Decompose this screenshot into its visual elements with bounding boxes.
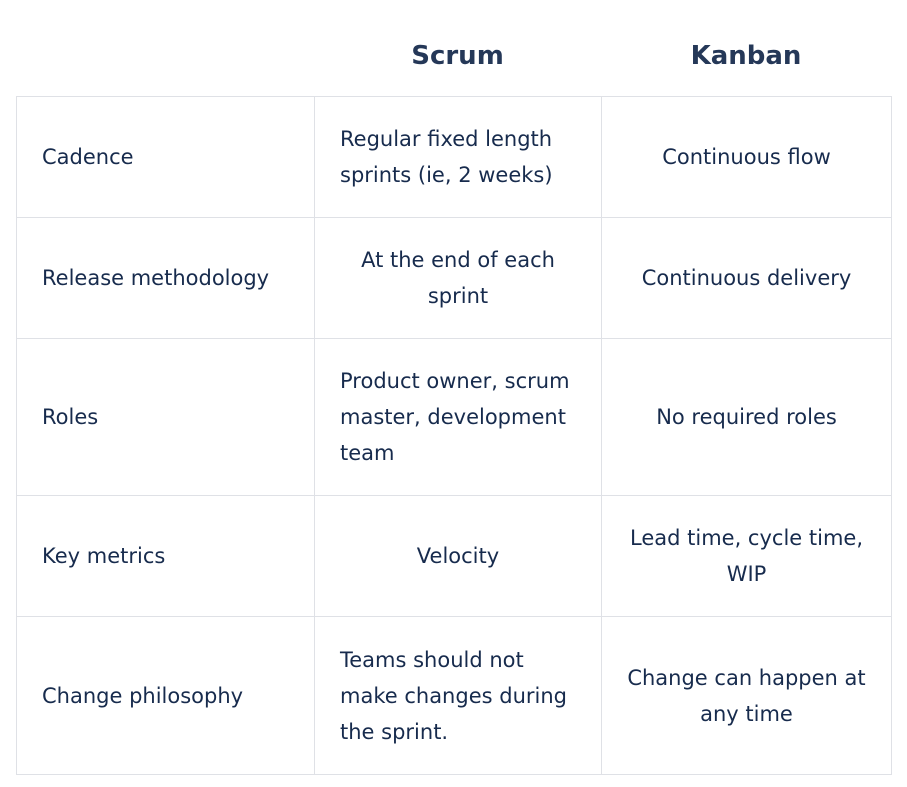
comparison-page: Scrum Kanban Cadence Regular fixed lengt… [0, 0, 907, 787]
kanban-cell: Change can happen at any time [601, 616, 892, 775]
column-header-scrum: Scrum [411, 41, 504, 71]
row-label: Cadence [16, 96, 315, 218]
table-row-roles: Roles Product owner, scrum master, devel… [16, 338, 892, 496]
scrum-cell: Teams should not make changes during the… [314, 616, 602, 775]
scrum-cell: Product owner, scrum master, development… [314, 338, 602, 496]
scrum-cell: At the end of each sprint [314, 217, 602, 339]
column-header-kanban: Kanban [690, 41, 802, 71]
kanban-cell: No required roles [601, 338, 892, 496]
kanban-cell: Continuous delivery [601, 217, 892, 339]
table-row-cadence: Cadence Regular fixed length sprints (ie… [16, 96, 892, 218]
row-label: Key metrics [16, 495, 315, 617]
comparison-table: Cadence Regular fixed length sprints (ie… [16, 96, 892, 775]
scrum-cell: Velocity [314, 495, 602, 617]
scrum-cell: Regular fixed length sprints (ie, 2 week… [314, 96, 602, 218]
table-row-change-philosophy: Change philosophy Teams should not make … [16, 616, 892, 775]
row-label: Roles [16, 338, 315, 496]
row-label: Change philosophy [16, 616, 315, 775]
kanban-cell: Continuous flow [601, 96, 892, 218]
row-label: Release methodology [16, 217, 315, 339]
kanban-cell: Lead time, cycle time, WIP [601, 495, 892, 617]
table-row-release-methodology: Release methodology At the end of each s… [16, 217, 892, 339]
table-row-key-metrics: Key metrics Velocity Lead time, cycle ti… [16, 495, 892, 617]
